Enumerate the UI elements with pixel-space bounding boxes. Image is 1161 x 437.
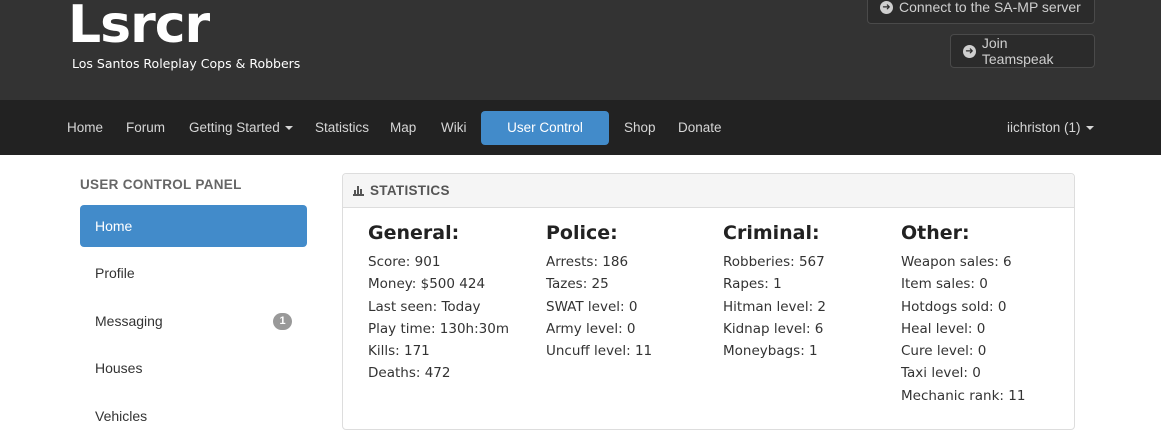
sidebar-item-label: Houses [95,360,143,376]
message-count-badge: 1 [273,313,292,330]
stat-uncuff-level: Uncuff level: 11 [546,343,653,360]
statistics-panel-title: STATISTICS [370,183,450,198]
sidebar-heading: USER CONTROL PANEL [80,177,242,192]
join-teamspeak-label: Join Teamspeak [981,35,1054,67]
sidebar-item-label: Home [95,218,133,234]
stat-kills: Kills: 171 [368,343,430,360]
sidebar-item-messaging[interactable]: Messaging 1 [80,300,307,342]
stat-arrests: Arrests: 186 [546,254,629,270]
sidebar-item-houses[interactable]: Houses [80,347,307,389]
sidebar-item-vehicles[interactable]: Vehicles [80,395,307,437]
nav-statistics[interactable]: Statistics [306,111,378,145]
join-teamspeak-button[interactable]: ➜ Join Teamspeak [950,34,1095,68]
stats-column-other: Other: Weapon sales: 6 Item sales: 0 Hot… [901,222,1025,407]
stat-cure-level: Cure level: 0 [901,343,987,360]
bar-chart-icon [353,185,364,196]
stat-army-level: Army level: 0 [546,320,636,337]
stat-tazes: Tazes: 25 [546,276,609,293]
site-subtitle: Los Santos Roleplay Cops & Robbers [72,56,301,71]
nav-getting-started[interactable]: Getting Started [180,111,302,145]
nav-map[interactable]: Map [381,111,425,145]
stat-money: Money: $500 424 [368,276,486,293]
main-navbar: Home Forum Getting Started Statistics Ma… [0,100,1161,169]
stat-deaths: Deaths: 472 [368,365,451,382]
connect-samp-label: Connect to the SA-MP server [899,0,1081,15]
stat-rapes: Rapes: 1 [723,276,782,293]
site-header: Lsrcr Los Santos Roleplay Cops & Robbers… [0,0,1161,100]
user-menu-label: iichriston (1) [1007,120,1081,135]
connect-samp-button[interactable]: ➜ Connect to the SA-MP server [867,0,1095,24]
stat-weapon-sales: Weapon sales: 6 [901,254,1012,270]
stat-kidnap-level: Kidnap level: 6 [723,320,824,337]
sidebar-item-label: Profile [95,265,135,281]
stat-hitman-level: Hitman level: 2 [723,298,826,315]
stats-column-title: General: [368,222,460,244]
stats-column-title: Criminal: [723,222,820,244]
stats-column-police: Police: Arrests: 186 Tazes: 25 SWAT leve… [546,222,652,362]
nav-forum[interactable]: Forum [117,111,174,145]
stats-column-criminal: Criminal: Robberies: 567 Rapes: 1 Hitman… [723,222,826,362]
nav-user-control-panel[interactable]: User Control Panel [481,111,609,169]
statistics-panel-header: STATISTICS [343,174,1074,208]
stat-last-seen: Last seen: Today [368,298,481,315]
stat-score: Score: 901 [368,254,441,270]
stat-robberies: Robberies: 567 [723,254,825,270]
nav-home[interactable]: Home [58,111,112,145]
stat-item-sales: Item sales: 0 [901,276,988,293]
stat-hotdogs-sold: Hotdogs sold: 0 [901,298,1007,315]
nav-user-menu[interactable]: iichriston (1) [998,111,1103,145]
stat-moneybags: Moneybags: 1 [723,343,818,360]
circle-arrow-right-icon: ➜ [963,44,976,58]
stats-column-title: Police: [546,222,618,244]
site-logo[interactable]: Lsrcr [68,0,210,56]
caret-down-icon [284,126,293,131]
circle-arrow-right-icon: ➜ [880,0,893,14]
nav-shop[interactable]: Shop [615,111,665,145]
stat-mechanic-rank: Mechanic rank: 11 [901,387,1026,404]
sidebar-item-label: Vehicles [95,408,148,424]
stat-play-time: Play time: 130h:30m [368,320,509,337]
stat-taxi-level: Taxi level: 0 [901,365,981,382]
stats-column-general: General: Score: 901 Money: $500 424 Last… [368,222,509,385]
nav-getting-started-label: Getting Started [189,120,280,135]
stat-heal-level: Heal level: 0 [901,320,986,337]
sidebar-item-profile[interactable]: Profile [80,252,307,294]
nav-donate[interactable]: Donate [669,111,731,145]
sidebar-item-home[interactable]: Home [80,205,307,247]
sidebar-item-label: Messaging [95,313,163,329]
statistics-panel: STATISTICS General: Score: 901 Money: $5… [342,173,1075,430]
stats-column-title: Other: [901,222,970,244]
nav-wiki[interactable]: Wiki [432,111,476,145]
stat-swat-level: SWAT level: 0 [546,298,638,315]
caret-down-icon [1085,126,1094,131]
